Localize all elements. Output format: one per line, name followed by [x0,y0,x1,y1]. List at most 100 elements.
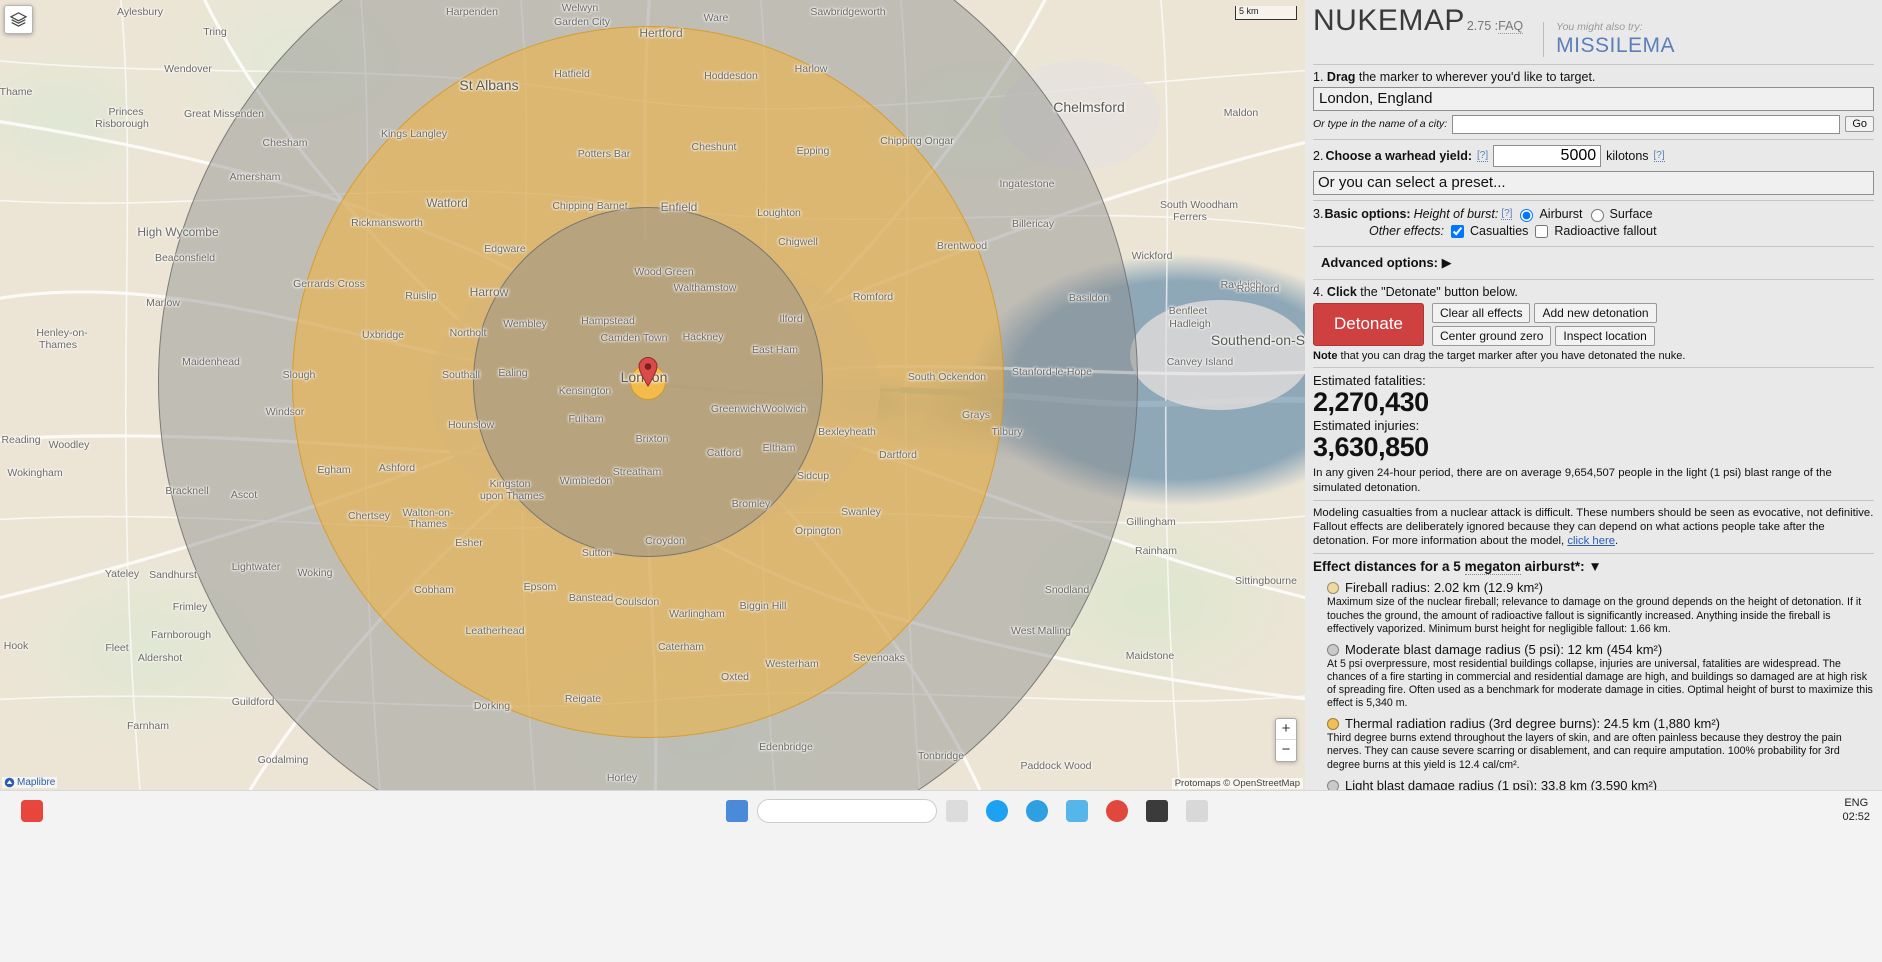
missilemap-link[interactable]: MISSILEMA [1556,34,1675,57]
modeling-disclaimer-paragraph: Modeling casualties from a nuclear attac… [1313,506,1874,549]
maplibre-attribution[interactable]: Maplibre [2,777,58,788]
effect-description: Third degree burns extend throughout the… [1327,732,1842,771]
map-zoom-controls[interactable]: + − [1275,718,1297,762]
nukemap-sidebar[interactable]: NUKEMAP 2.75 : FAQ You might also try: M… [1305,0,1882,790]
modeling-disclaimer-end: . [1615,535,1619,548]
target-marker[interactable] [638,357,658,392]
advanced-options-toggle[interactable]: Advanced options: ▶ [1313,252,1874,274]
clock-time: 02:52 [1842,810,1870,823]
taskbar-icon-browser[interactable] [1026,800,1048,822]
other-effects-row: Other effects: Casualties Radioactive fa… [1313,222,1874,241]
map-attribution-label: Protomaps © OpenStreetMap [1174,778,1300,789]
fallout-checkbox[interactable] [1535,224,1549,238]
taskbar-clock[interactable]: ENG 02:52 [1842,797,1870,825]
taskbar-icon-files[interactable] [726,800,748,822]
divider [1313,199,1874,201]
divider [1313,553,1874,555]
clear-all-effects-button[interactable]: Clear all effects [1432,302,1531,323]
effect-description: At 5 psi overpressure, most residential … [1327,657,1873,710]
os-taskbar[interactable]: ENG 02:52 [0,790,1882,962]
effects-heading-pre: Effect distances for a 5 [1313,559,1465,575]
step1-bold: Drag [1326,69,1356,84]
effect-title-text: Thermal radiation radius (3rd degree bur… [1345,716,1720,732]
divider [1313,63,1874,65]
taskbar-icon-terminal[interactable] [1146,800,1168,822]
thermal-radiation-swatch-icon [1327,718,1339,731]
step2-label: Choose a warhead yield: [1325,148,1473,163]
taskbar-icon-social[interactable] [986,800,1008,822]
target-location-input[interactable] [1313,86,1874,111]
secondary-buttons-top: Clear all effects Add new detonation [1432,302,1657,323]
step4-instruction: 4. Click the "Detonate" button below. [1313,285,1874,299]
urban-area [1130,300,1305,410]
casualties-checkbox[interactable] [1451,224,1465,238]
casualties-label: Casualties [1470,224,1529,239]
add-new-detonation-button[interactable]: Add new detonation [1534,302,1657,323]
effect-description: Maximum size of the nuclear fireball; re… [1327,596,1862,635]
effect-title-row: Moderate blast damage radius (5 psi): 12… [1327,642,1874,657]
warhead-yield-input[interactable] [1493,144,1602,167]
taskbar-icon-widgets[interactable] [946,800,968,822]
note-bold: Note [1313,349,1338,362]
city-search-input[interactable] [1452,114,1841,134]
yield-unit-help-icon[interactable]: [?] [1653,150,1665,162]
application-window: Aylesbury Harpenden Welwyn Garden City Ware S… [0,0,1882,962]
taskbar-icon-recorder[interactable] [21,800,43,822]
step3-number: 3. [1313,206,1324,221]
yield-unit-label: kilotons [1606,148,1649,163]
fallout-label: Radioactive fallout [1554,224,1657,239]
inspect-location-button[interactable]: Inspect location [1555,325,1655,346]
chevron-down-icon[interactable]: ▼ [1588,559,1601,574]
taskbar-icon-app[interactable] [1186,800,1208,822]
warhead-preset-select[interactable]: Or you can select a preset... [1313,170,1874,195]
map-scale-label: 5 km [1239,6,1259,16]
map-canvas[interactable]: Aylesbury Harpenden Welwyn Garden City Ware S… [0,0,1305,790]
effect-item-fireball: Fireball radius: 2.02 km (12.9 km²) Maxim… [1327,580,1874,635]
app-version: 2.75 : [1466,19,1499,33]
height-of-burst-label: Height of burst: [1413,206,1499,221]
detonate-button[interactable]: Detonate [1313,302,1424,346]
effect-distances-heading[interactable]: Effect distances for a 5 megaton airburs… [1313,559,1874,576]
step4-bold: Click [1326,284,1357,299]
drag-marker-note: Note that you can drag the target marker… [1313,350,1874,362]
zoom-out-button[interactable]: − [1276,740,1296,761]
average-population-paragraph: In any given 24-hour period, there are o… [1313,467,1832,494]
advanced-options-label: Advanced options: [1321,254,1439,270]
city-go-button[interactable]: Go [1845,116,1874,133]
taskbar-icon-media[interactable] [1106,800,1128,822]
surface-radio[interactable] [1590,208,1604,222]
effect-item-light-blast: Light blast damage radius (1 psi): 33.8 … [1327,778,1874,790]
center-ground-zero-button[interactable]: Center ground zero [1432,325,1552,346]
model-info-link[interactable]: click here [1567,535,1615,547]
map-layers-button[interactable] [4,5,33,34]
megaton-term[interactable]: megaton [1464,559,1521,576]
effect-item-thermal-radiation: Thermal radiation radius (3rd degree bur… [1327,716,1874,771]
effect-title-row: Fireball radius: 2.02 km (12.9 km²) [1327,580,1874,595]
step1-number: 1. [1313,69,1324,84]
fatalities-label: Estimated fatalities: [1313,372,1426,388]
zoom-in-button[interactable]: + [1276,719,1296,740]
taskbar-search-box[interactable] [757,799,937,823]
app-logo: NUKEMAP [1313,4,1465,37]
yield-help-icon[interactable]: [?] [1477,150,1489,162]
divider [1313,138,1874,140]
taskbar-icon-edge[interactable] [1066,800,1088,822]
effects-heading-post: airburst*: [1520,559,1585,575]
injuries-value: 3,630,850 [1313,431,1429,462]
divider [1313,366,1874,368]
fatalities-value: 2,270,430 [1313,386,1429,417]
other-effects-label: Other effects: [1369,224,1445,239]
step4-number: 4. [1313,284,1324,299]
airburst-label: Airburst [1539,206,1583,221]
alt-app-intro: You might also try: [1556,21,1643,33]
effects-list: Fireball radius: 2.02 km (12.9 km²) Maxim… [1313,580,1874,790]
step2-row: 2. Choose a warhead yield: [?] kilotons … [1313,144,1874,167]
airburst-radio[interactable] [1520,208,1534,222]
map-scale-bar: 5 km [1235,6,1297,20]
map-attribution[interactable]: Protomaps © OpenStreetMap [1171,778,1303,789]
hob-help-icon[interactable]: [?] [1501,208,1513,220]
faq-link[interactable]: FAQ [1498,19,1524,34]
secondary-buttons-bottom: Center ground zero Inspect location [1432,325,1657,346]
action-buttons-row: Detonate Clear all effects Add new deton… [1313,302,1874,346]
step1-rest: the marker to wherever you'd like to tar… [1355,69,1596,84]
